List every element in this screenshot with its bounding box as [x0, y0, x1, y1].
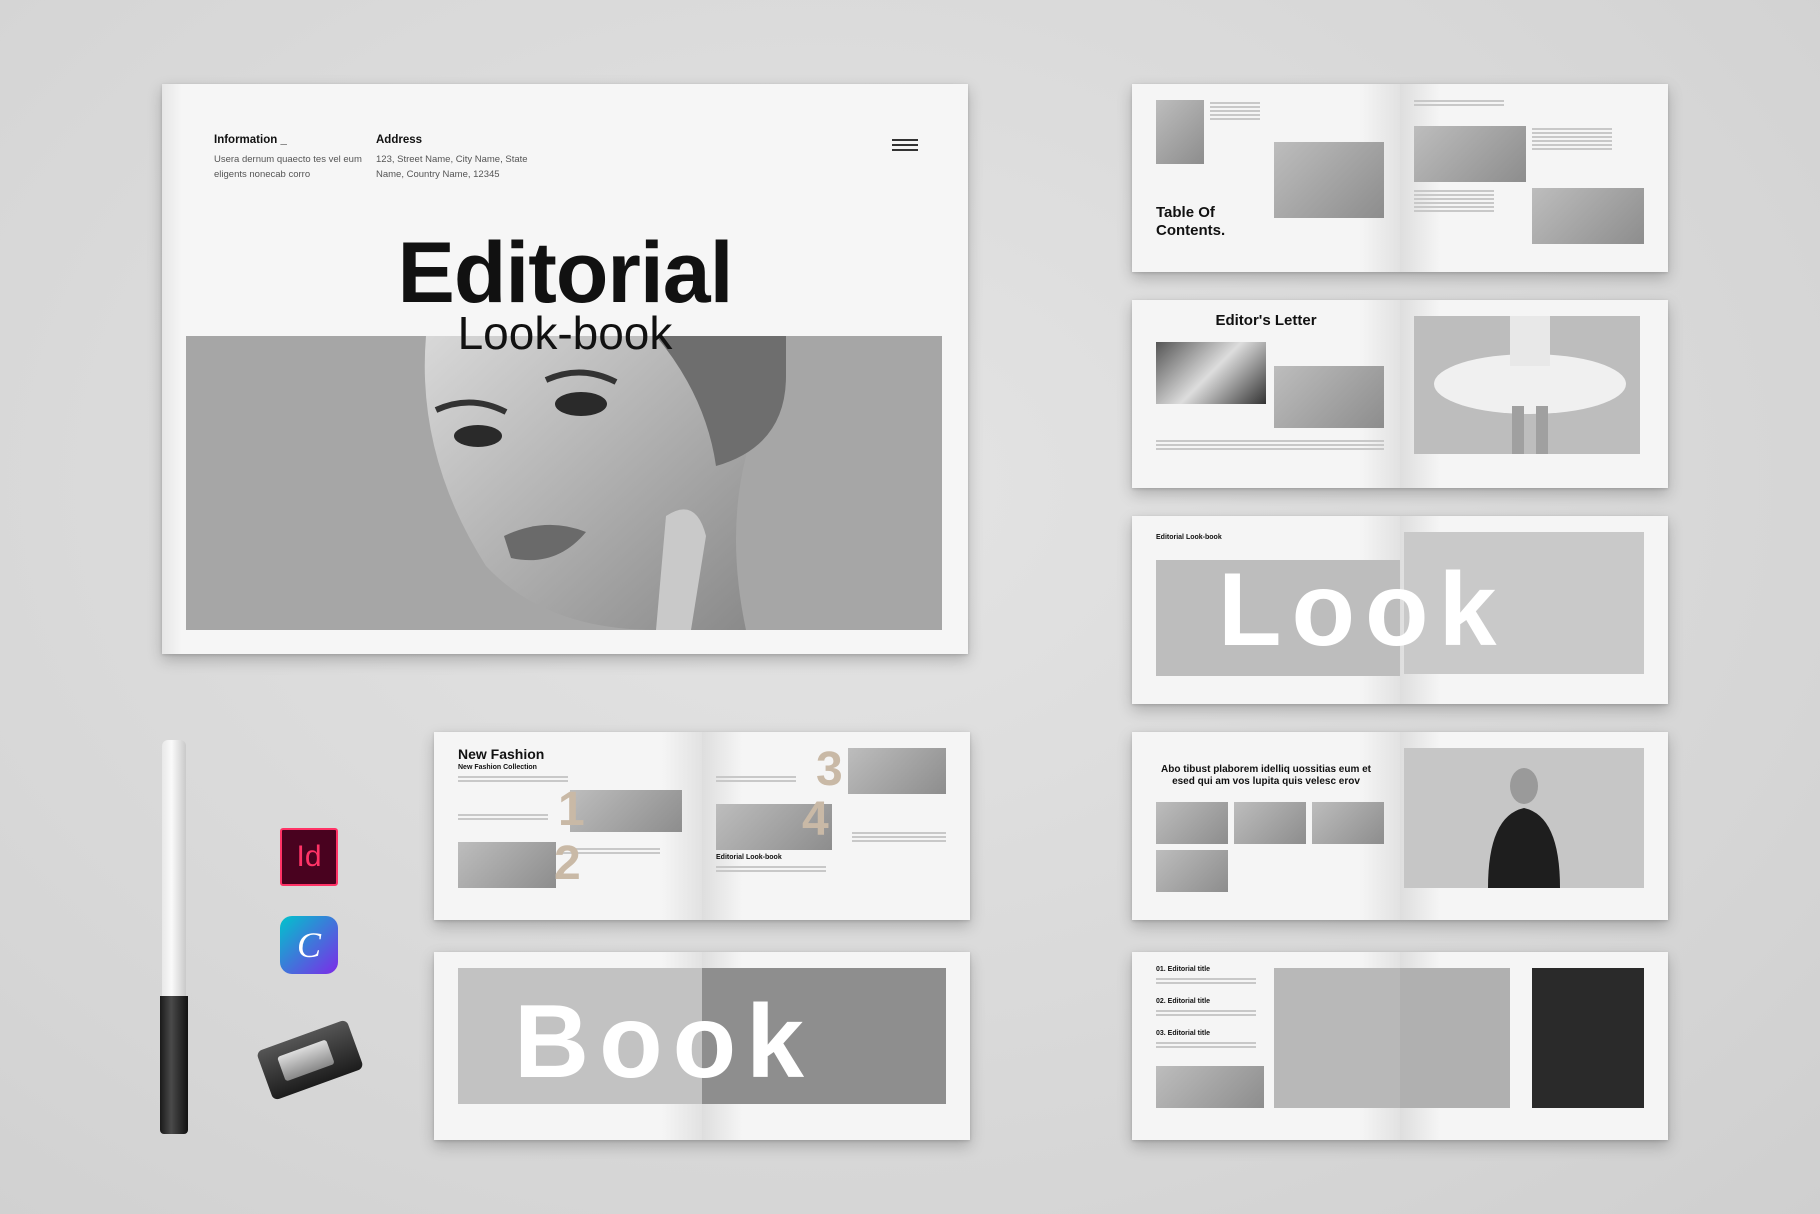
info-heading: Information _	[214, 134, 287, 146]
pen	[160, 740, 188, 1134]
fashion-left-page: New Fashion New Fashion Collection 1 2	[434, 732, 702, 920]
book-word: Book	[514, 984, 814, 1100]
address-text: 123, Street Name, City Name, State Name,…	[376, 154, 528, 180]
titles-photo-1	[1156, 1066, 1264, 1108]
number-1: 1	[558, 783, 585, 836]
fashion-lines-6	[852, 830, 946, 844]
toc-photo-1	[1156, 100, 1204, 164]
letter-body-lines	[1156, 438, 1384, 452]
toc-photo-2	[1274, 142, 1384, 218]
titles-right-page	[1400, 952, 1668, 1140]
info-text: Usera dernum quaecto tes vel eum eligent…	[214, 154, 362, 180]
quote-photo-4	[1156, 850, 1228, 892]
cover-page: Information _ Usera dernum quaecto tes v…	[162, 84, 968, 654]
fashion-photo-2	[458, 842, 556, 888]
spread-book: Book	[434, 952, 970, 1140]
fashion-label: Editorial Look-book	[716, 854, 782, 861]
title-item-3: 03. Editorial title	[1156, 1030, 1211, 1037]
title-lines-2	[1156, 1008, 1256, 1018]
toc-list-2	[1414, 188, 1494, 214]
letter-title: Editor's Letter	[1215, 312, 1317, 329]
look-label: Editorial Look-book	[1156, 534, 1222, 541]
spread-toc: Table Of Contents.	[1132, 84, 1668, 272]
letter-photo-2	[1274, 366, 1384, 428]
fashion-photo-3	[848, 748, 946, 794]
title-lines-1	[1156, 976, 1256, 986]
fashion-subtitle: New Fashion Collection	[458, 764, 537, 771]
fashion-right-page: Editorial Look-book 3 4	[702, 732, 970, 920]
quote-left-page: Abo tibust plaborem idelliq uossitias eu…	[1132, 732, 1400, 920]
toc-right-page	[1400, 84, 1668, 272]
titles-photo-3	[1400, 968, 1510, 1108]
toc-text-lines	[1210, 100, 1260, 122]
spread-titles: 01. Editorial title 02. Editorial title …	[1132, 952, 1668, 1140]
title-lines-3	[1156, 1040, 1256, 1050]
quote-photo-2	[1234, 802, 1306, 844]
spread-look: Editorial Look-book Look	[1132, 516, 1668, 704]
number-2: 2	[554, 837, 581, 890]
toc-list	[1532, 126, 1612, 152]
fashion-intro-lines	[458, 774, 568, 784]
quote-photo-main	[1404, 748, 1644, 888]
number-3: 3	[816, 743, 843, 796]
spread-new-fashion: New Fashion New Fashion Collection 1 2 E…	[434, 732, 970, 920]
toc-photo-3	[1414, 126, 1526, 182]
cover-portrait	[186, 336, 942, 630]
toc-photo-4	[1532, 188, 1644, 244]
number-4: 4	[802, 793, 829, 846]
quote-photo-1	[1156, 802, 1228, 844]
toc-intro-lines	[1414, 98, 1504, 108]
letter-photo-1	[1156, 342, 1266, 404]
canva-icon: C	[280, 916, 338, 974]
quote-photo-3	[1312, 802, 1384, 844]
toc-title: Table Of Contents.	[1156, 204, 1226, 239]
letter-tutu-photo	[1414, 316, 1640, 454]
letter-right-page	[1400, 300, 1668, 488]
quote-text: Abo tibust plaborem idelliq uossitias eu…	[1160, 764, 1372, 787]
spread-quote: Abo tibust plaborem idelliq uossitias eu…	[1132, 732, 1668, 920]
look-word: Look	[1218, 552, 1507, 668]
fashion-lines-5	[716, 864, 826, 874]
spread-editors-letter: Editor's Letter	[1132, 300, 1668, 488]
fashion-lines-2	[458, 812, 548, 822]
titles-photo-2	[1274, 968, 1400, 1108]
fashion-photo-1	[570, 790, 682, 832]
letter-left-page: Editor's Letter	[1132, 300, 1400, 488]
cover-subtitle: Look-book	[457, 307, 673, 359]
title-item-2: 02. Editorial title	[1156, 998, 1211, 1005]
address-heading: Address	[376, 134, 423, 146]
titles-photo-4	[1532, 968, 1644, 1108]
fashion-title: New Fashion	[458, 746, 545, 762]
menu-icon	[892, 136, 918, 154]
toc-left-page: Table Of Contents.	[1132, 84, 1400, 272]
cover-spine	[162, 84, 182, 654]
quote-right-page	[1400, 732, 1668, 920]
titles-left-page: 01. Editorial title 02. Editorial title …	[1132, 952, 1400, 1140]
title-item-1: 01. Editorial title	[1156, 966, 1211, 973]
fashion-lines-4	[716, 774, 796, 784]
indesign-icon: Id	[280, 828, 338, 886]
